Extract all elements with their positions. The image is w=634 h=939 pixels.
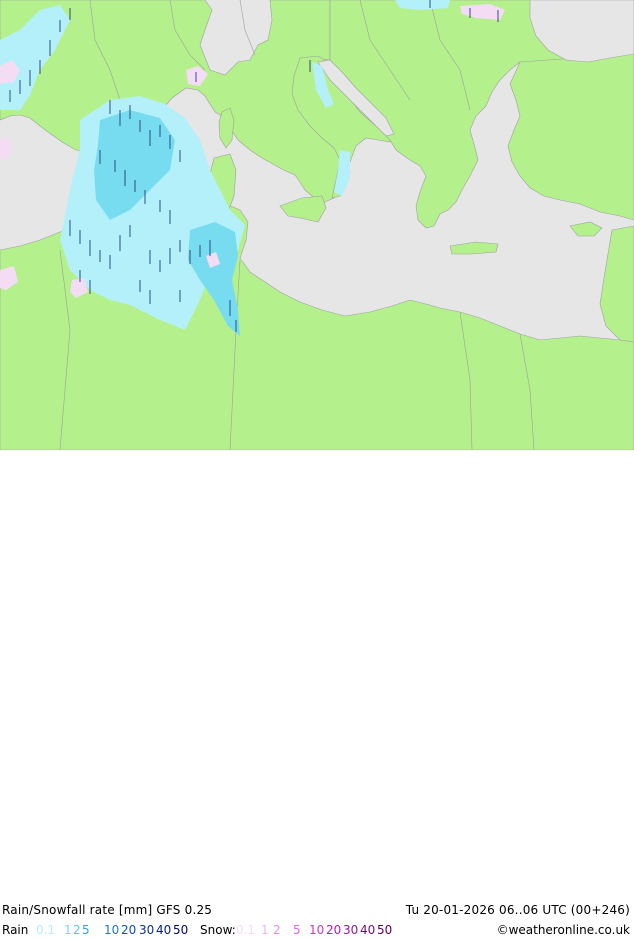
map-title: Rain/Snowfall rate [mm] GFS 0.25 bbox=[2, 903, 213, 917]
rain-value-8: 50 bbox=[173, 923, 189, 937]
snow-value-8: 50 bbox=[377, 923, 393, 937]
snow-label: Snow: bbox=[200, 923, 236, 937]
snow-value-2: 2 bbox=[273, 923, 281, 937]
precipitation-map bbox=[0, 0, 634, 451]
rain-value-6: 30 bbox=[139, 923, 155, 937]
valid-time: Tu 20-01-2026 06..06 UTC (00+246) bbox=[405, 903, 630, 917]
map-canvas bbox=[0, 0, 634, 451]
rain-value-0: 0.1 bbox=[36, 923, 56, 937]
rain-value-1: 1 bbox=[64, 923, 72, 937]
rain-value-3: 5 bbox=[82, 923, 90, 937]
snow-value-3: 5 bbox=[293, 923, 301, 937]
rain-label: Rain bbox=[2, 923, 29, 937]
snow-value-5: 20 bbox=[326, 923, 342, 937]
rain-value-7: 40 bbox=[156, 923, 172, 937]
snow-value-6: 30 bbox=[343, 923, 359, 937]
snow-value-0: 0.1 bbox=[236, 923, 256, 937]
snow-value-4: 10 bbox=[309, 923, 325, 937]
rain-value-4: 10 bbox=[104, 923, 120, 937]
footer: Rain/Snowfall rate [mm] GFS 0.25 Tu 20-0… bbox=[0, 450, 634, 937]
rain-value-5: 20 bbox=[121, 923, 137, 937]
rain-value-2: 2 bbox=[73, 923, 81, 937]
credit-link[interactable]: ©weatheronline.co.uk bbox=[497, 923, 630, 937]
snow-value-1: 1 bbox=[261, 923, 269, 937]
snow-value-7: 40 bbox=[360, 923, 376, 937]
